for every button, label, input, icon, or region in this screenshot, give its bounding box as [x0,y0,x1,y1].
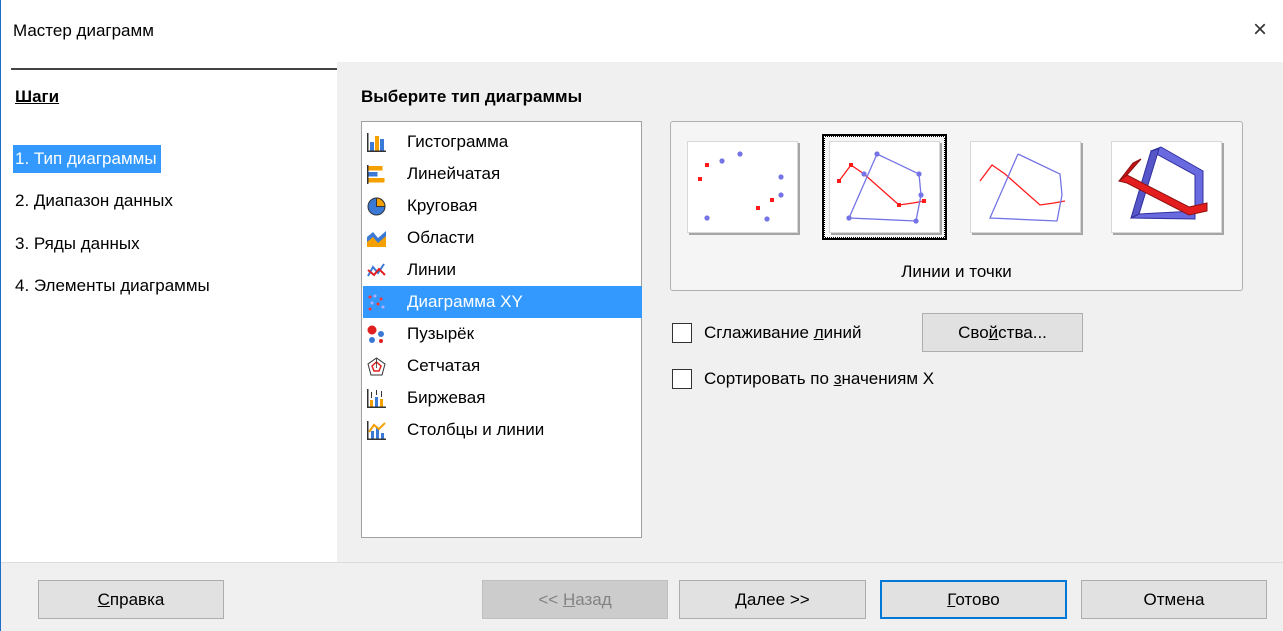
lines-only-preview-icon [979,153,1066,222]
next-button[interactable]: Далее >> [679,580,866,619]
help-button[interactable]: Справка [38,580,224,619]
chart-type-list[interactable]: Гистограмма Линейчатая Круговая Области [361,121,642,538]
variant-lines-only[interactable] [970,141,1081,233]
smooth-lines-checkbox[interactable] [672,323,692,343]
points-and-lines-preview-icon [837,151,926,224]
chart-wizard-dialog: Мастер диаграмм × Шаги 1. Тип диаграммы … [0,0,1283,631]
pie-chart-icon [367,197,386,216]
variant-points-and-lines[interactable] [822,134,947,240]
net-chart-icon [367,357,386,376]
chart-type-pie[interactable]: Круговая [363,190,642,222]
bubble-chart-icon [367,325,384,343]
chart-type-bubble[interactable]: Пузырёк [363,318,642,350]
chart-type-bar[interactable]: Линейчатая [363,158,642,190]
finish-button[interactable]: Готово [880,580,1067,619]
variant-3d-lines[interactable] [1111,141,1222,233]
area-chart-icon [367,231,386,247]
steps-panel [1,62,337,562]
step-chart-type[interactable]: 1. Тип диаграммы [13,145,161,173]
section-title: Выберите тип диаграммы [361,87,583,106]
variant-caption: Линии и точки [901,262,1012,281]
chart-type-column[interactable]: Гистограмма [363,126,642,158]
steps-divider [11,68,337,70]
bar-chart-icon [367,165,385,184]
points-only-preview-icon [698,151,784,222]
back-button[interactable]: << Назад [482,580,668,619]
chart-type-net[interactable]: Сетчатая [363,350,642,382]
chart-type-xy[interactable]: Диаграмма XY [363,286,642,318]
chart-type-line[interactable]: Линии [363,254,642,286]
sort-by-x-label[interactable]: Сортировать по значениям X [704,369,934,389]
properties-button[interactable]: Свойства... [922,313,1083,352]
line-chart-icon [367,263,386,277]
footer-divider [1,562,1283,563]
column-and-line-chart-icon [367,421,386,440]
column-chart-icon [367,133,386,152]
cancel-button[interactable]: Отмена [1081,580,1267,619]
chart-type-column-line[interactable]: Столбцы и линии [363,414,642,446]
steps-heading: Шаги [15,87,60,106]
step-chart-elements[interactable]: 4. Элементы диаграммы [13,272,214,300]
title-bar: Мастер диаграмм × [1,0,1283,62]
step-data-series[interactable]: 3. Ряды данных [13,230,144,258]
3d-lines-preview-icon [1117,146,1208,220]
variant-points-only[interactable] [687,141,798,233]
xy-scatter-chart-icon [367,293,386,312]
window-title: Мастер диаграмм [13,21,154,40]
close-icon[interactable]: × [1244,14,1276,46]
smooth-lines-label[interactable]: Сглаживание линий [704,323,862,343]
chart-type-stock[interactable]: Биржевая [363,382,642,414]
chart-type-area[interactable]: Области [363,222,642,254]
sort-by-x-checkbox[interactable] [672,369,692,389]
stock-chart-icon [367,389,386,408]
step-data-range[interactable]: 2. Диапазон данных [13,187,177,215]
